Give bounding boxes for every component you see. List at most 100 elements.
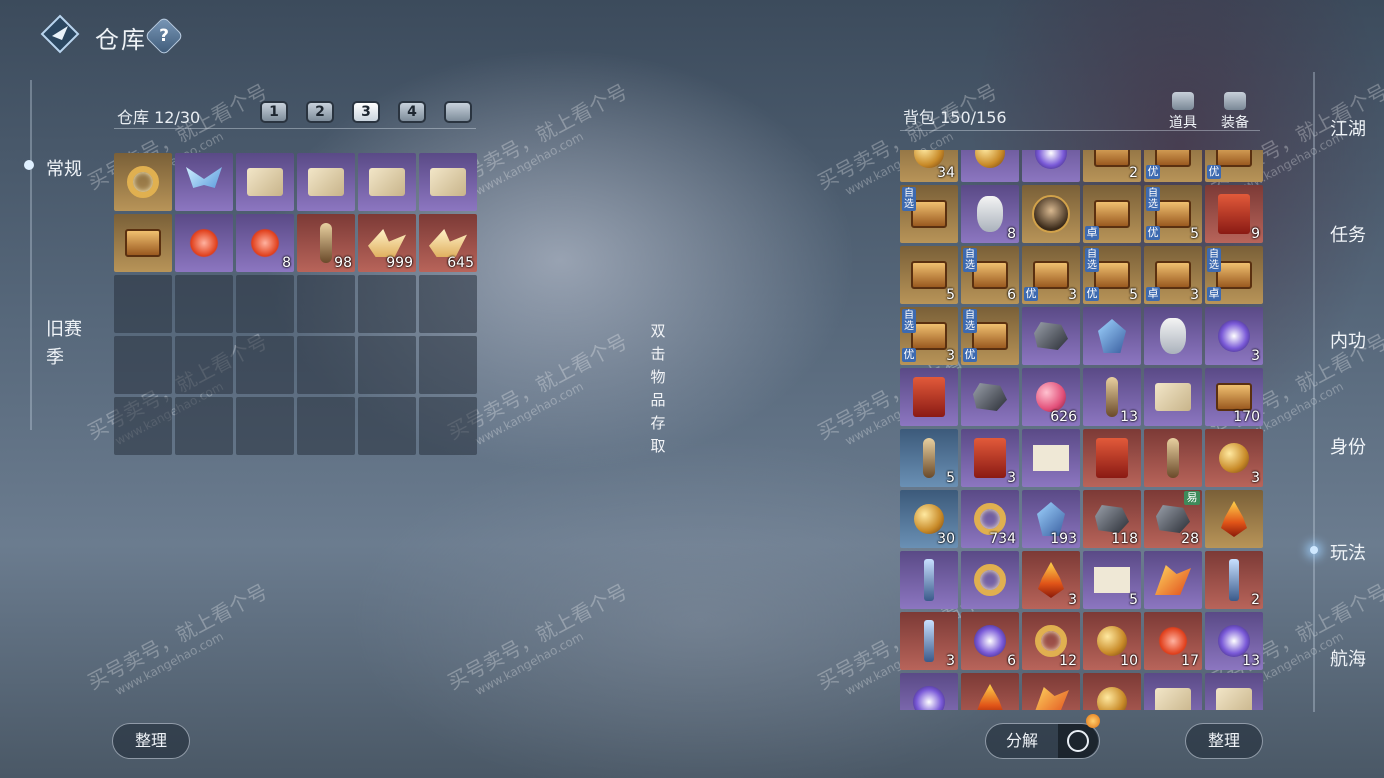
backpack-item-slot[interactable]: 自选优 5 (1083, 246, 1141, 304)
backpack-item-slot[interactable] (1144, 551, 1202, 609)
backpack-item-slot[interactable]: 自选优 (961, 307, 1019, 365)
backpack-item-slot[interactable]: 自选 6 (961, 246, 1019, 304)
tab-items[interactable]: 道具 (1161, 92, 1205, 132)
backpack-item-slot[interactable]: 170 (1205, 368, 1263, 426)
warehouse-empty-slot[interactable] (114, 397, 172, 455)
backpack-item-slot[interactable]: 5 (900, 429, 958, 487)
backpack-item-slot[interactable] (1083, 673, 1141, 710)
warehouse-item-slot[interactable] (114, 214, 172, 272)
warehouse-empty-slot[interactable] (114, 275, 172, 333)
warehouse-empty-slot[interactable] (175, 275, 233, 333)
backpack-item-slot[interactable]: 6 (961, 612, 1019, 670)
backpack-item-slot[interactable] (1022, 429, 1080, 487)
backpack-item-slot[interactable] (1144, 368, 1202, 426)
backpack-item-slot[interactable]: 626 (1022, 368, 1080, 426)
warehouse-item-slot[interactable] (236, 153, 294, 211)
backpack-item-slot[interactable] (961, 551, 1019, 609)
warehouse-item-slot[interactable] (297, 153, 355, 211)
backpack-item-slot[interactable]: 8 (961, 185, 1019, 243)
backpack-item-slot[interactable]: 2 (1205, 551, 1263, 609)
warehouse-empty-slot[interactable] (236, 275, 294, 333)
warehouse-item-slot[interactable] (114, 153, 172, 211)
warehouse-empty-slot[interactable] (419, 275, 477, 333)
backpack-item-slot[interactable]: 13 (1083, 368, 1141, 426)
backpack-item-slot[interactable]: 自选 (900, 185, 958, 243)
backpack-item-slot[interactable]: 30 (900, 490, 958, 548)
warehouse-page-tab-1[interactable]: 1 (260, 101, 288, 123)
warehouse-empty-slot[interactable] (175, 397, 233, 455)
backpack-item-slot[interactable]: 34 (900, 150, 958, 182)
decompose-hammer-icon[interactable] (1058, 724, 1098, 758)
backpack-item-slot[interactable]: 优3 (1022, 246, 1080, 304)
backpack-item-slot[interactable]: 优 (1144, 150, 1202, 182)
warehouse-empty-slot[interactable] (419, 336, 477, 394)
warehouse-empty-slot[interactable] (297, 275, 355, 333)
backpack-item-slot[interactable]: 3 (1205, 307, 1263, 365)
warehouse-item-slot[interactable]: 8 (236, 214, 294, 272)
backpack-item-slot[interactable]: 优 (1205, 150, 1263, 182)
backpack-item-slot[interactable]: 卓3 (1144, 246, 1202, 304)
left-nav-old-season[interactable]: 旧赛季 (46, 316, 90, 372)
backpack-item-slot[interactable]: 9 (1205, 185, 1263, 243)
backpack-item-slot[interactable] (1144, 429, 1202, 487)
warehouse-item-slot[interactable]: 999 (358, 214, 416, 272)
warehouse-empty-slot[interactable] (236, 397, 294, 455)
warehouse-item-slot[interactable] (419, 153, 477, 211)
backpack-item-slot[interactable]: 易 28 (1144, 490, 1202, 548)
backpack-item-slot[interactable] (1144, 307, 1202, 365)
warehouse-page-tab-3[interactable]: 3 (352, 101, 380, 123)
warehouse-empty-slot[interactable] (175, 336, 233, 394)
warehouse-page-tab-add[interactable] (444, 101, 472, 123)
backpack-item-slot[interactable]: 2 (1083, 150, 1141, 182)
right-nav-gameplay[interactable]: 玩法 (1330, 539, 1366, 565)
backpack-item-slot[interactable]: 193 (1022, 490, 1080, 548)
backpack-item-slot[interactable] (961, 368, 1019, 426)
backpack-item-slot[interactable]: 12 (1022, 612, 1080, 670)
warehouse-empty-slot[interactable] (297, 397, 355, 455)
warehouse-item-slot[interactable] (358, 153, 416, 211)
warehouse-page-tab-2[interactable]: 2 (306, 101, 334, 123)
warehouse-item-slot[interactable] (175, 214, 233, 272)
backpack-item-slot[interactable]: 10 (1083, 612, 1141, 670)
backpack-item-slot[interactable]: 5 (1083, 551, 1141, 609)
warehouse-item-slot[interactable]: 645 (419, 214, 477, 272)
backpack-item-slot[interactable] (1083, 429, 1141, 487)
right-nav-voyage[interactable]: 航海 (1330, 645, 1366, 671)
warehouse-empty-slot[interactable] (114, 336, 172, 394)
backpack-item-slot[interactable]: 3 (961, 429, 1019, 487)
backpack-item-slot[interactable]: 734 (961, 490, 1019, 548)
right-nav-identity[interactable]: 身份 (1330, 433, 1366, 459)
backpack-item-slot[interactable]: 17 (1144, 612, 1202, 670)
backpack-item-slot[interactable] (1083, 307, 1141, 365)
backpack-item-slot[interactable]: 3 (1022, 551, 1080, 609)
backpack-scroll-area[interactable]: 34 2 优优自选 8 卓自选优 5 9 5 自选 6 优 3 自选优 5 卓 3 自选卓自选优 3 自选优 3 626… (900, 150, 1266, 710)
warehouse-empty-slot[interactable] (297, 336, 355, 394)
warehouse-item-slot[interactable]: 98 (297, 214, 355, 272)
backpack-item-slot[interactable]: 3 (1205, 429, 1263, 487)
backpack-item-slot[interactable] (961, 673, 1019, 710)
backpack-sort-button[interactable]: 整理 (1185, 723, 1263, 759)
right-nav-inner-skill[interactable]: 内功 (1330, 327, 1366, 353)
backpack-item-slot[interactable]: 自选优 5 (1144, 185, 1202, 243)
tab-equipment[interactable]: 装备 (1213, 92, 1257, 132)
backpack-item-slot[interactable]: 118 (1083, 490, 1141, 548)
left-nav-regular[interactable]: 常规 (46, 155, 82, 181)
right-nav-jianghu[interactable]: 江湖 (1330, 115, 1366, 141)
backpack-item-slot[interactable] (1022, 307, 1080, 365)
warehouse-empty-slot[interactable] (419, 397, 477, 455)
backpack-item-slot[interactable] (1144, 673, 1202, 710)
backpack-item-slot[interactable]: 自选卓 (1205, 246, 1263, 304)
backpack-item-slot[interactable] (1205, 490, 1263, 548)
backpack-item-slot[interactable]: 3 (900, 612, 958, 670)
backpack-item-slot[interactable] (1022, 150, 1080, 182)
backpack-item-slot[interactable] (900, 673, 958, 710)
back-logo-icon[interactable] (40, 14, 80, 54)
warehouse-empty-slot[interactable] (358, 336, 416, 394)
warehouse-empty-slot[interactable] (236, 336, 294, 394)
backpack-item-slot[interactable] (1022, 673, 1080, 710)
warehouse-empty-slot[interactable] (358, 397, 416, 455)
backpack-item-slot[interactable]: 5 (900, 246, 958, 304)
backpack-item-slot[interactable] (1022, 185, 1080, 243)
warehouse-item-slot[interactable] (175, 153, 233, 211)
backpack-item-slot[interactable]: 13 (1205, 612, 1263, 670)
